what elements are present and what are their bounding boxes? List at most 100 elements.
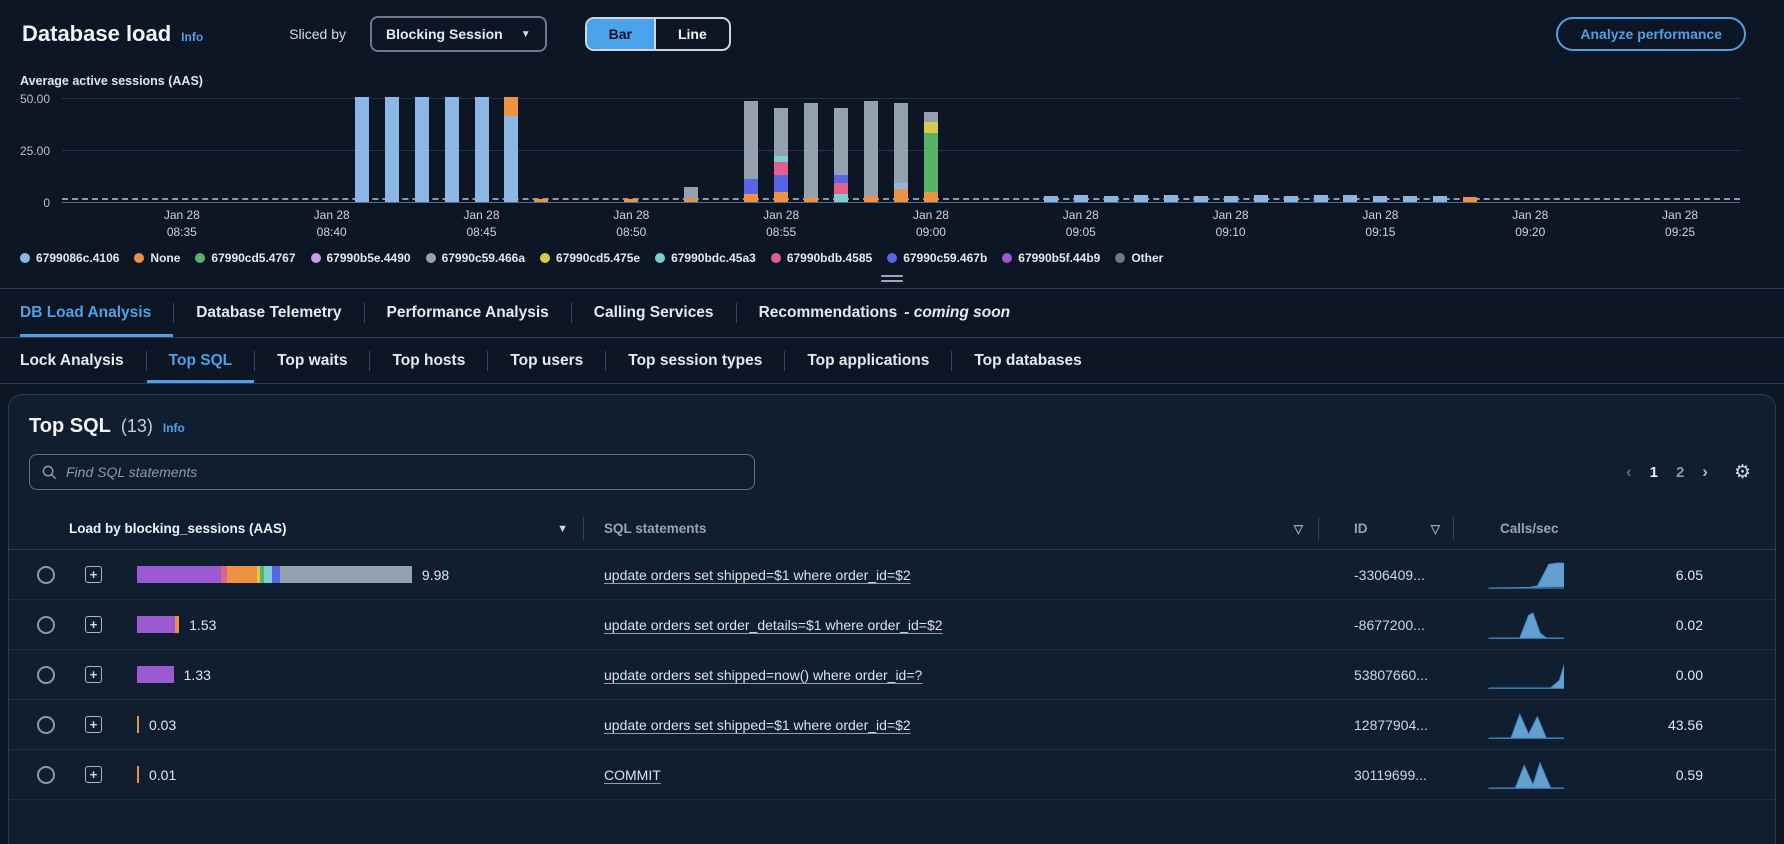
chart-bar[interactable]	[1314, 195, 1328, 202]
expand-row-button[interactable]	[85, 716, 102, 733]
row-radio-button[interactable]	[37, 616, 55, 634]
legend-item-none[interactable]: None	[134, 251, 180, 265]
subtab-top-applications[interactable]: Top applications	[785, 338, 951, 383]
chart-bar[interactable]	[504, 97, 518, 202]
bar-toggle-button[interactable]: Bar	[587, 19, 654, 49]
row-radio-button[interactable]	[37, 716, 55, 734]
sql-statement-link[interactable]: COMMIT	[604, 767, 661, 783]
sql-column-header[interactable]: SQL statements ▽	[584, 508, 1319, 549]
sort-descending-icon[interactable]: ▼	[557, 523, 568, 535]
subtab-top-users[interactable]: Top users	[488, 338, 605, 383]
chart-bar[interactable]	[1134, 195, 1148, 202]
page-title: Database load	[22, 21, 171, 47]
expand-row-button[interactable]	[85, 616, 102, 633]
chart-bar[interactable]	[1104, 196, 1118, 202]
sql-sort-icon[interactable]: ▽	[1294, 522, 1303, 536]
chart-bar[interactable]	[684, 187, 698, 202]
chart-bar[interactable]	[1463, 197, 1477, 202]
legend-item-6799086c-4106[interactable]: 6799086c.4106	[20, 251, 119, 265]
subtab-top-session-types[interactable]: Top session types	[606, 338, 784, 383]
chart-bar[interactable]	[924, 112, 938, 202]
chart-bar[interactable]	[534, 199, 548, 202]
chart-bar[interactable]	[1343, 195, 1357, 202]
analyze-performance-button[interactable]: Analyze performance	[1556, 17, 1746, 51]
calls-column-header[interactable]: Calls/sec	[1454, 508, 1775, 549]
chart-bar[interactable]	[1373, 196, 1387, 202]
top-sql-info-link[interactable]: Info	[163, 421, 185, 435]
chart-bar[interactable]	[445, 97, 459, 202]
chart-bar[interactable]	[1403, 196, 1417, 203]
bar-segment-blue	[504, 116, 518, 202]
chart-bar[interactable]	[894, 103, 908, 202]
subtab-top-hosts[interactable]: Top hosts	[370, 338, 487, 383]
chart-bar[interactable]	[1194, 196, 1208, 202]
legend-item-67990c59-467b[interactable]: 67990c59.467b	[887, 251, 987, 265]
row-radio-button[interactable]	[37, 666, 55, 684]
next-page-button[interactable]: ›	[1702, 462, 1708, 482]
line-toggle-button[interactable]: Line	[654, 19, 729, 49]
chart-bar[interactable]	[864, 101, 878, 202]
chart-bar[interactable]	[1254, 195, 1268, 202]
chart-bar[interactable]	[1044, 196, 1058, 202]
sql-statement-link[interactable]: update orders set shipped=now() where or…	[604, 667, 922, 683]
slice-by-dropdown[interactable]: Blocking Session ▼	[370, 16, 547, 52]
chart-bar[interactable]	[1224, 196, 1238, 203]
tab-calling-services[interactable]: Calling Services	[572, 289, 736, 337]
chart-bar[interactable]	[475, 97, 489, 202]
sql-statement-link[interactable]: update orders set shipped=$1 where order…	[604, 717, 911, 733]
page-2-button[interactable]: 2	[1676, 464, 1684, 481]
chart-bar[interactable]	[1284, 196, 1298, 202]
chart-bar[interactable]	[774, 108, 788, 202]
tab-recommendations[interactable]: Recommendations- coming soon	[737, 289, 1033, 337]
subtab-top-sql[interactable]: Top SQL	[147, 338, 254, 383]
id-column-label: ID	[1354, 521, 1368, 536]
legend-item-67990c59-466a[interactable]: 67990c59.466a	[426, 251, 525, 265]
sql-search[interactable]	[29, 454, 755, 490]
tab-db-load-analysis[interactable]: DB Load Analysis	[20, 289, 173, 337]
id-column-header[interactable]: ID ▽	[1319, 508, 1454, 549]
legend-item-other[interactable]: Other	[1115, 251, 1163, 265]
subtab-top-databases[interactable]: Top databases	[952, 338, 1103, 383]
sql-statement-link[interactable]: update orders set shipped=$1 where order…	[604, 567, 911, 583]
y-tick-0: 0	[43, 196, 50, 210]
db-load-chart-section: Average active sessions (AAS) 50.00 25.0…	[0, 58, 1784, 288]
subtab-top-waits[interactable]: Top waits	[255, 338, 369, 383]
sql-statement-link[interactable]: update orders set order_details=$1 where…	[604, 617, 943, 633]
expand-row-button[interactable]	[85, 566, 102, 583]
chart-bar[interactable]	[1164, 195, 1178, 202]
chart-bar[interactable]	[624, 199, 638, 202]
settings-gear-icon[interactable]: ⚙	[1734, 461, 1751, 484]
legend-item-67990bdb-4585[interactable]: 67990bdb.4585	[771, 251, 872, 265]
legend-item-67990cd5-475e[interactable]: 67990cd5.475e	[540, 251, 640, 265]
previous-page-button[interactable]: ‹	[1626, 462, 1632, 482]
stacked-bar-chart-plot[interactable]: Jan 2808:35Jan 2808:40Jan 2808:45Jan 280…	[62, 98, 1740, 203]
chart-bar[interactable]	[1433, 196, 1447, 202]
legend-item-67990b5e-4490[interactable]: 67990b5e.4490	[311, 251, 411, 265]
legend-item-67990bdc-45a3[interactable]: 67990bdc.45a3	[655, 251, 756, 265]
chart-bar[interactable]	[415, 97, 429, 202]
row-radio-button[interactable]	[37, 566, 55, 584]
chart-bar[interactable]	[834, 108, 848, 202]
load-column-header[interactable]: Load by blocking_sessions (AAS) ▼	[57, 508, 584, 549]
chart-bar[interactable]	[1074, 195, 1088, 202]
legend-item-67990cd5-4767[interactable]: 67990cd5.4767	[195, 251, 295, 265]
id-sort-icon[interactable]: ▽	[1431, 522, 1440, 536]
chart-bar[interactable]	[355, 97, 369, 202]
chart-resize-handle[interactable]	[881, 275, 903, 282]
legend-item-67990b5f-44b9[interactable]: 67990b5f.44b9	[1002, 251, 1100, 265]
subtab-lock-analysis[interactable]: Lock Analysis	[20, 338, 146, 383]
chart-legend: 6799086c.4106 None 67990cd5.4767 67990b5e.4…	[20, 251, 1764, 265]
chart-bar[interactable]	[804, 103, 818, 202]
tab-database-telemetry[interactable]: Database Telemetry	[174, 289, 363, 337]
chart-bar[interactable]	[385, 97, 399, 202]
page-1-button[interactable]: 1	[1650, 464, 1658, 481]
row-radio-button[interactable]	[37, 766, 55, 784]
chart-bar[interactable]	[744, 101, 758, 202]
expand-row-button[interactable]	[85, 666, 102, 683]
db-load-info-link[interactable]: Info	[181, 30, 203, 44]
sql-search-input[interactable]	[66, 464, 742, 480]
bar-segment-orange	[624, 199, 638, 202]
tab-performance-analysis[interactable]: Performance Analysis	[365, 289, 571, 337]
bar-segment-blue	[1373, 196, 1387, 202]
expand-row-button[interactable]	[85, 766, 102, 783]
